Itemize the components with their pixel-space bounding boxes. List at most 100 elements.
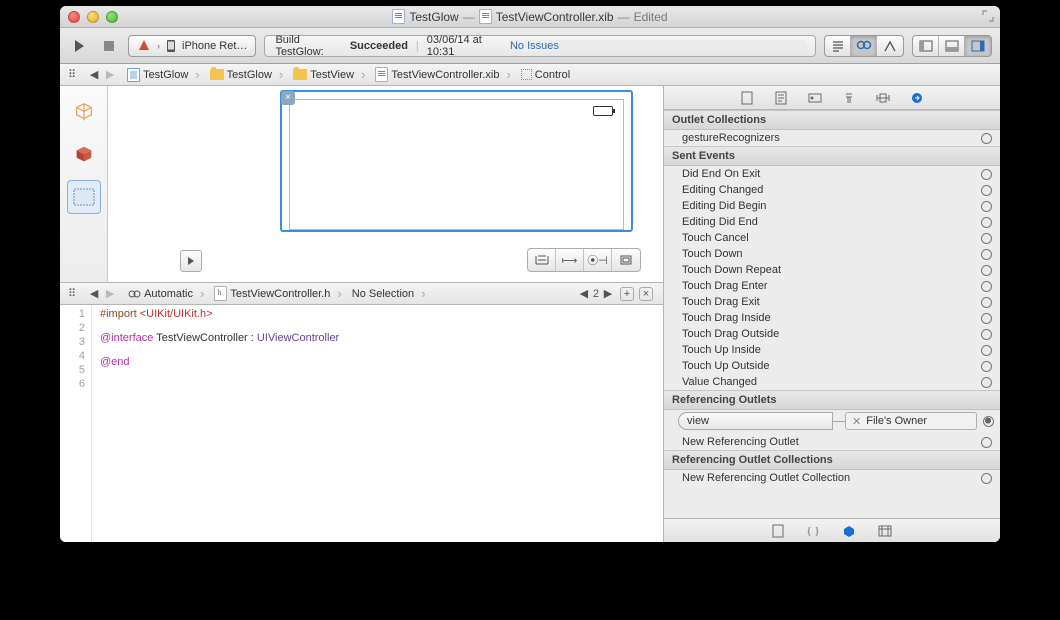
connection-port-icon[interactable] <box>981 185 992 196</box>
crumb-project[interactable]: TestGlow <box>123 64 204 85</box>
code-snippet-library-tab[interactable]: { } <box>806 525 819 537</box>
automatic-icon <box>127 288 141 300</box>
activity-time: 03/06/14 at 10:31 <box>427 34 502 58</box>
crumb-folder-2[interactable]: TestView <box>289 64 369 85</box>
activity-viewer[interactable]: Build TestGlow: Succeeded | 03/06/14 at … <box>264 35 816 57</box>
object-library-tab[interactable] <box>842 524 856 538</box>
connections-inspector-tab[interactable] <box>909 90 925 106</box>
fullscreen-icon[interactable] <box>982 10 994 22</box>
connection-port-icon[interactable] <box>981 201 992 212</box>
assistant-related-button[interactable]: ⠿ <box>64 287 81 300</box>
sent-event-row[interactable]: Touch Drag Outside <box>664 326 1000 342</box>
connection-port-icon[interactable] <box>981 249 992 260</box>
related-items-button[interactable]: ⠿ <box>64 68 81 81</box>
sent-event-row[interactable]: Touch Down <box>664 246 1000 262</box>
forward-button[interactable]: ▶ <box>103 68 117 81</box>
close-connection-icon[interactable]: ✕ <box>852 415 861 428</box>
connection-port-icon[interactable] <box>981 233 992 244</box>
view-close-chip[interactable]: × <box>281 91 295 105</box>
dock-view[interactable] <box>67 180 101 214</box>
assistant-selection[interactable]: No Selection <box>348 283 430 304</box>
sent-event-row[interactable]: Touch Drag Inside <box>664 310 1000 326</box>
close-assistant-button[interactable]: × <box>639 287 653 301</box>
sent-event-row[interactable]: Touch Drag Enter <box>664 278 1000 294</box>
crumb-folder-1[interactable]: TestGlow <box>206 64 288 85</box>
outline-toggle-button[interactable] <box>180 250 202 272</box>
close-window-button[interactable] <box>68 11 80 23</box>
sent-event-label: Editing Did End <box>682 216 981 228</box>
counterpart-prev-button[interactable]: ◀ <box>577 287 591 300</box>
connection-port-icon[interactable] <box>981 345 992 356</box>
connection-port-icon[interactable] <box>983 416 994 427</box>
crumb-object[interactable]: Control <box>517 64 581 85</box>
new-referencing-outlet-row[interactable]: New Referencing Outlet <box>664 434 1000 450</box>
size-inspector-tab[interactable] <box>875 90 891 106</box>
quickhelp-inspector-tab[interactable] <box>773 90 789 106</box>
connection-port-icon[interactable] <box>981 377 992 388</box>
selected-view[interactable]: × <box>280 90 633 232</box>
outlet-collection-row[interactable]: gestureRecognizers <box>664 130 1000 146</box>
sent-event-row[interactable]: Touch Up Inside <box>664 342 1000 358</box>
zoom-window-button[interactable] <box>106 11 118 23</box>
sent-event-label: Touch Down <box>682 248 981 260</box>
media-library-tab[interactable] <box>878 525 892 537</box>
align-button[interactable] <box>528 249 556 271</box>
ib-canvas[interactable]: × ⟼ ⦿⊣ <box>108 86 663 282</box>
connection-port-icon[interactable] <box>981 329 992 340</box>
connection-port-icon[interactable] <box>981 281 992 292</box>
connection-port-icon[interactable] <box>981 133 992 144</box>
new-referencing-collection-row[interactable]: New Referencing Outlet Collection <box>664 470 1000 486</box>
sent-event-row[interactable]: Touch Up Outside <box>664 358 1000 374</box>
assistant-editor-button[interactable] <box>851 36 877 56</box>
dock-first-responder[interactable] <box>67 138 101 172</box>
sent-event-row[interactable]: Touch Down Repeat <box>664 262 1000 278</box>
connection-port-icon[interactable] <box>981 473 992 484</box>
add-assistant-button[interactable]: + <box>620 287 634 301</box>
standard-editor-button[interactable] <box>825 36 851 56</box>
toggle-debug-button[interactable] <box>939 36 965 56</box>
toggle-navigator-button[interactable] <box>913 36 939 56</box>
connection-port-icon[interactable] <box>981 169 992 180</box>
sent-event-row[interactable]: Editing Changed <box>664 182 1000 198</box>
sent-event-row[interactable]: Editing Did End <box>664 214 1000 230</box>
crumb-label: TestView <box>310 69 354 81</box>
sent-event-row[interactable]: Touch Drag Exit <box>664 294 1000 310</box>
toggle-utilities-button[interactable] <box>965 36 991 56</box>
run-button[interactable] <box>68 36 90 56</box>
assistant-back-button[interactable]: ◀ <box>87 287 101 300</box>
connection-port-icon[interactable] <box>981 217 992 228</box>
scheme-selector[interactable]: › iPhone Ret… <box>128 35 256 57</box>
sent-event-row[interactable]: Value Changed <box>664 374 1000 390</box>
connection-port-icon[interactable] <box>981 437 992 448</box>
version-editor-button[interactable] <box>877 36 903 56</box>
file-inspector-tab[interactable] <box>739 90 755 106</box>
referencing-outlet-connection[interactable]: view ✕File's Owner <box>678 412 994 430</box>
source-text[interactable]: #import <UIKit/UIKit.h> @interface TestV… <box>92 305 339 542</box>
connection-port-icon[interactable] <box>981 361 992 372</box>
crumb-file[interactable]: TestViewController.xib <box>371 64 514 85</box>
assistant-forward-button[interactable]: ▶ <box>103 287 117 300</box>
connection-port-icon[interactable] <box>981 313 992 324</box>
resizing-button[interactable] <box>612 249 640 271</box>
back-button[interactable]: ◀ <box>87 68 101 81</box>
sent-event-row[interactable]: Editing Did Begin <box>664 198 1000 214</box>
assistant-file[interactable]: h TestViewController.h <box>210 283 345 304</box>
minimize-window-button[interactable] <box>87 11 99 23</box>
sent-event-row[interactable]: Touch Cancel <box>664 230 1000 246</box>
sent-event-label: Value Changed <box>682 376 981 388</box>
stop-button[interactable] <box>98 36 120 56</box>
sent-event-row[interactable]: Did End On Exit <box>664 166 1000 182</box>
file-template-library-tab[interactable] <box>772 524 784 538</box>
attributes-inspector-tab[interactable] <box>841 90 857 106</box>
assistant-mode[interactable]: Automatic <box>123 283 208 304</box>
connection-port-icon[interactable] <box>981 297 992 308</box>
pin-button[interactable]: ⟼ <box>556 249 584 271</box>
counterpart-next-button[interactable]: ▶ <box>601 287 615 300</box>
inspector-tabs <box>664 86 1000 110</box>
activity-prefix: Build TestGlow: <box>275 34 341 58</box>
dock-placeholder-owner[interactable] <box>67 96 101 130</box>
connection-port-icon[interactable] <box>981 265 992 276</box>
assistant-code-editor[interactable]: 123456 #import <UIKit/UIKit.h> @interfac… <box>60 305 663 542</box>
resolve-issues-button[interactable]: ⦿⊣ <box>584 249 612 271</box>
identity-inspector-tab[interactable] <box>807 90 823 106</box>
